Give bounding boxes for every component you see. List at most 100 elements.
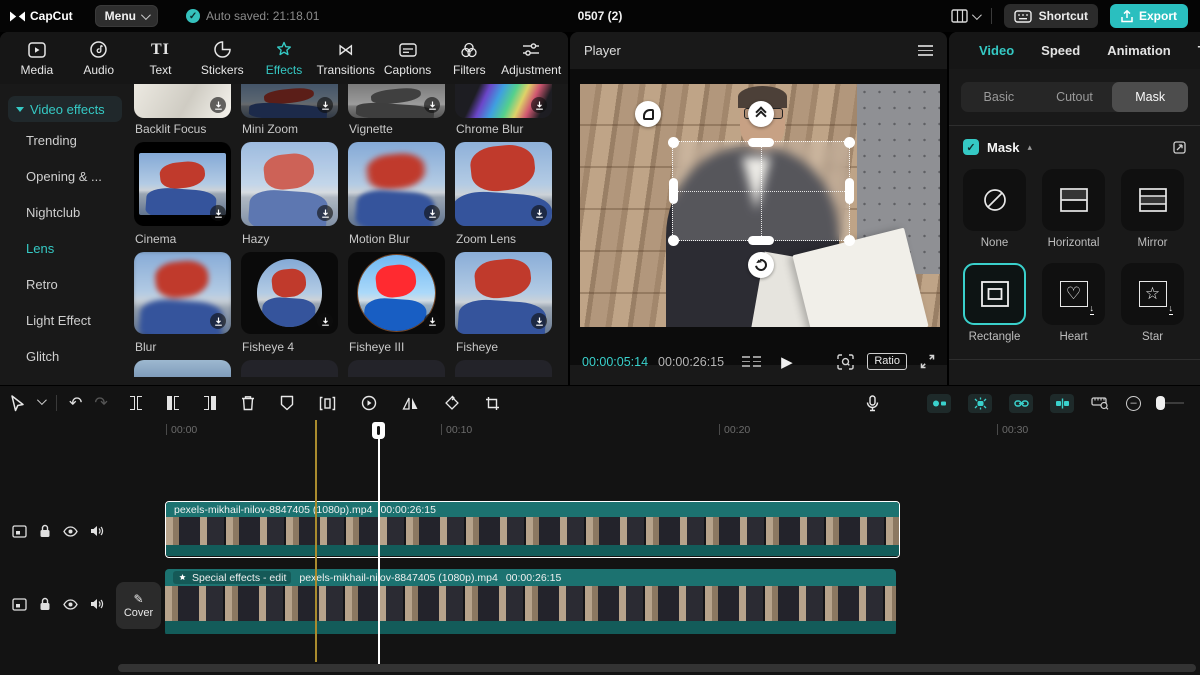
chevron-down-icon[interactable]: [37, 395, 47, 405]
redo-icon[interactable]: ↷: [94, 393, 107, 413]
effect-thumb-zoom-lens[interactable]: [455, 142, 552, 226]
delete-left-icon[interactable]: [167, 396, 179, 410]
timeline-scale-icon[interactable]: [1091, 396, 1109, 410]
lock-icon[interactable]: [39, 524, 51, 538]
mask-feather-handle[interactable]: [748, 101, 774, 127]
effect-thumb-hazy[interactable]: [241, 142, 338, 226]
subtab-cutout[interactable]: Cutout: [1037, 82, 1113, 112]
effect-thumb-mini-zoom[interactable]: [241, 84, 338, 118]
effect-thumb-partial[interactable]: [134, 360, 231, 377]
add-keyframe-icon[interactable]: [1173, 141, 1186, 154]
mute-icon[interactable]: [90, 525, 104, 537]
select-tool-icon[interactable]: [10, 395, 25, 412]
timeline-clip-main[interactable]: pexels-mikhail-nilov-8847405 (1080p).mp4…: [165, 501, 900, 558]
effect-thumb-motion-blur[interactable]: [348, 142, 445, 226]
crop-icon[interactable]: [485, 396, 500, 411]
effect-thumb-partial[interactable]: [241, 360, 338, 377]
sidebar-item-video-effects[interactable]: Video effects: [8, 96, 122, 122]
sidebar-item-nightclub[interactable]: Nightclub: [0, 194, 130, 230]
timeline-ruler[interactable]: 00:00 00:10 00:20 00:30: [0, 420, 1200, 443]
tab-animation[interactable]: Animation: [1107, 43, 1171, 58]
zoom-slider-knob[interactable]: [1156, 396, 1165, 410]
mask-edge-handle-left[interactable]: [669, 178, 678, 204]
subtab-basic[interactable]: Basic: [961, 82, 1037, 112]
tab-media[interactable]: Media: [6, 40, 68, 77]
sidebar-item-retro[interactable]: Retro: [0, 266, 130, 302]
effect-thumb-vignette[interactable]: [348, 84, 445, 118]
playhead-handle[interactable]: [372, 422, 385, 439]
cover-button[interactable]: ✎ Cover: [116, 582, 161, 629]
mask-option-none[interactable]: None: [963, 169, 1026, 249]
eye-icon[interactable]: [63, 599, 78, 610]
preview-quality-icon[interactable]: [742, 356, 761, 366]
mask-roundness-handle[interactable]: [635, 101, 661, 127]
timeline-zoom-slider[interactable]: [1158, 402, 1184, 404]
tab-adjustment[interactable]: Adjustment: [500, 40, 562, 77]
preview-axis-toggle-icon[interactable]: [1050, 394, 1074, 413]
mask-option-rectangle[interactable]: Rectangle: [963, 263, 1026, 343]
sidebar-item-glitch[interactable]: Glitch: [0, 338, 130, 374]
auto-highlight-toggle-icon[interactable]: [968, 394, 992, 413]
effect-thumb-fisheye-4[interactable]: [241, 252, 338, 334]
mirror-icon[interactable]: [319, 396, 336, 411]
subtab-mask[interactable]: Mask: [1112, 82, 1188, 112]
zoom-out-icon[interactable]: –: [1126, 396, 1141, 411]
tab-text[interactable]: TI Text: [130, 40, 192, 77]
delete-icon[interactable]: [241, 395, 255, 411]
track-type-icon[interactable]: [12, 525, 27, 538]
play-button[interactable]: ▶: [781, 353, 793, 371]
flip-icon[interactable]: [402, 396, 419, 411]
speed-icon[interactable]: [361, 395, 377, 411]
focus-preview-icon[interactable]: [837, 354, 854, 370]
tab-transitions[interactable]: ⋈ Transitions: [315, 40, 377, 77]
player-menu-icon[interactable]: [918, 45, 933, 56]
mask-edge-handle-right[interactable]: [845, 178, 854, 204]
sidebar-item-trending[interactable]: Trending: [0, 122, 130, 158]
mask-edge-handle-top[interactable]: [748, 138, 774, 147]
undo-icon[interactable]: ↶: [69, 393, 82, 413]
sidebar-item-light-effect[interactable]: Light Effect: [0, 302, 130, 338]
tab-speed[interactable]: Speed: [1041, 43, 1080, 58]
mute-icon[interactable]: [90, 598, 104, 610]
menu-button[interactable]: Menu: [95, 5, 158, 27]
tab-captions[interactable]: Captions: [377, 40, 439, 77]
record-voiceover-icon[interactable]: [866, 395, 879, 412]
track-type-icon[interactable]: [12, 598, 27, 611]
video-preview[interactable]: [580, 84, 940, 327]
mask-tool-icon[interactable]: [280, 395, 294, 411]
lock-icon[interactable]: [39, 597, 51, 611]
shortcut-button[interactable]: Shortcut: [1004, 4, 1098, 28]
fullscreen-icon[interactable]: [920, 354, 935, 369]
effect-thumb-partial[interactable]: [455, 360, 552, 377]
link-toggle-icon[interactable]: [1009, 394, 1033, 413]
delete-right-icon[interactable]: [204, 396, 216, 410]
timeline-clip-effects[interactable]: Special effects - edit pexels-mikhail-ni…: [165, 569, 896, 636]
snap-toggle-icon[interactable]: [927, 394, 951, 413]
collapse-caret-icon[interactable]: ▴: [1028, 142, 1033, 153]
mask-corner-handle[interactable]: [844, 235, 855, 246]
tab-audio[interactable]: Audio: [68, 40, 130, 77]
mask-corner-handle[interactable]: [668, 137, 679, 148]
mask-edge-handle-bottom[interactable]: [748, 236, 774, 245]
effect-thumb-backlit-focus[interactable]: [134, 84, 231, 118]
effect-thumb-fisheye[interactable]: [455, 252, 552, 334]
tab-filters[interactable]: Filters: [438, 40, 500, 77]
mask-enabled-checkbox[interactable]: ✓: [963, 139, 979, 155]
mask-option-horizontal[interactable]: Horizontal: [1042, 169, 1105, 249]
mask-corner-handle[interactable]: [844, 137, 855, 148]
mask-corner-handle[interactable]: [668, 235, 679, 246]
split-icon[interactable]: [130, 396, 142, 410]
effect-thumb-partial[interactable]: [348, 360, 445, 377]
tab-effects[interactable]: Effects: [253, 40, 315, 77]
ratio-button[interactable]: Ratio: [867, 353, 907, 370]
tab-stickers[interactable]: Stickers: [191, 40, 253, 77]
effect-thumb-fisheye-iii[interactable]: [348, 252, 445, 334]
mask-option-mirror[interactable]: Mirror: [1121, 169, 1184, 249]
effect-thumb-chrome-blur[interactable]: [455, 84, 552, 118]
eye-icon[interactable]: [63, 526, 78, 537]
mask-bounding-box[interactable]: [672, 141, 850, 241]
tab-video[interactable]: Video: [979, 43, 1014, 58]
timeline-horizontal-scrollbar[interactable]: [118, 664, 1196, 672]
rotate-icon[interactable]: [444, 395, 460, 411]
export-button[interactable]: Export: [1110, 4, 1188, 28]
